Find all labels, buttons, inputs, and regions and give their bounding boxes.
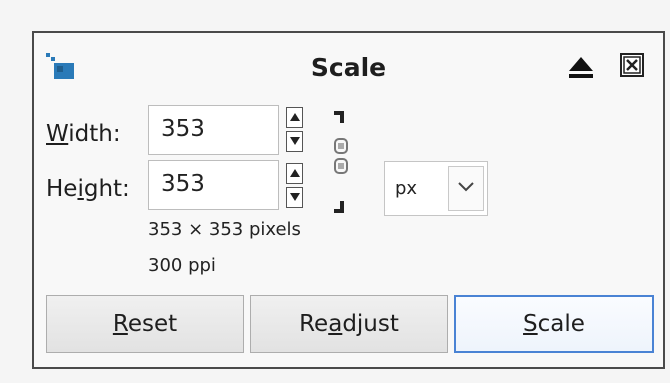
width-stepper — [286, 107, 303, 153]
unit-value: px — [395, 178, 418, 199]
resolution-text: 300 ppi — [148, 255, 216, 276]
unit-select[interactable]: px — [384, 161, 488, 216]
close-icon[interactable] — [620, 53, 644, 77]
eject-icon[interactable] — [566, 55, 596, 81]
chevron-down-icon[interactable] — [448, 166, 484, 211]
width-label: Width: — [46, 121, 121, 147]
height-input[interactable]: 353 — [148, 160, 279, 210]
chain-link-icon[interactable] — [330, 111, 354, 231]
readjust-button[interactable]: Readjust — [250, 295, 448, 353]
height-stepper — [286, 163, 303, 209]
height-decrement-button[interactable] — [286, 187, 303, 208]
width-decrement-button[interactable] — [286, 131, 303, 152]
width-input[interactable]: 353 — [148, 105, 279, 155]
width-increment-button[interactable] — [286, 107, 303, 128]
height-label: Height: — [46, 176, 130, 202]
dialog-titlebar: Scale — [34, 33, 663, 101]
reset-button[interactable]: Reset — [46, 295, 244, 353]
height-increment-button[interactable] — [286, 163, 303, 184]
scale-dialog: Scale Width: 353 Height: 353 px 353 × 35… — [32, 31, 665, 369]
scale-button[interactable]: Scale — [454, 295, 654, 353]
pixel-dimensions: 353 × 353 pixels — [148, 219, 301, 240]
